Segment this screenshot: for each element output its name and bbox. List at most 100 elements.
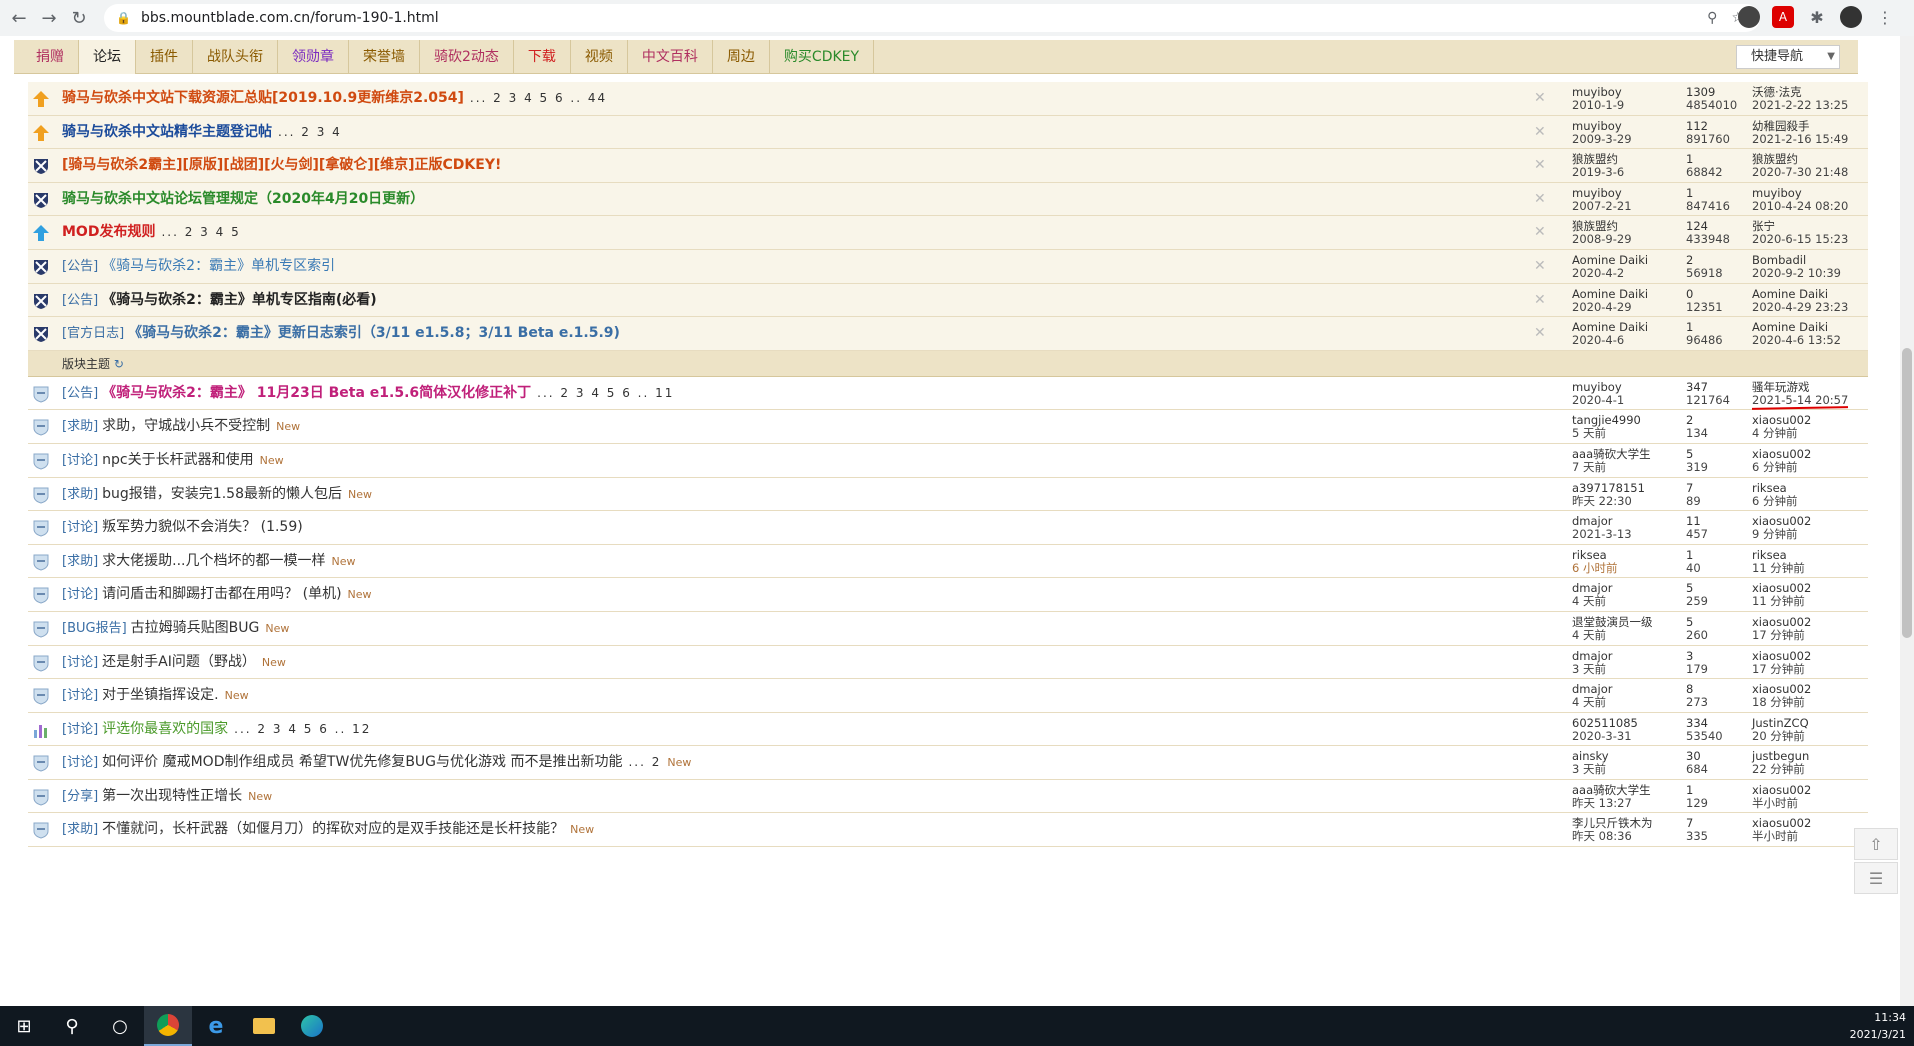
author-name[interactable]: 退堂鼓演员一级 bbox=[1572, 615, 1653, 629]
ie-taskbar-icon[interactable]: e bbox=[192, 1006, 240, 1046]
thread-row[interactable]: [分享] 第一次出现特性正增长 New aaa骑砍大学生 昨天 13:27 1 129 xia… bbox=[28, 779, 1868, 814]
thread-row[interactable]: [求助] 不懂就问，长杆武器（如偃月刀）的挥砍对应的是双手技能还是长杆技能？ New… bbox=[28, 813, 1868, 848]
thread-row[interactable]: [讨论] 评选你最喜欢的国家 ... 2 3 4 5 6 .. 12 60251108… bbox=[28, 712, 1868, 747]
close-icon[interactable]: ✕ bbox=[1534, 157, 1546, 173]
thread-title-link[interactable]: npc关于长杆武器和使用 bbox=[102, 452, 253, 468]
last-poster[interactable]: Aomine Daiki bbox=[1752, 287, 1848, 301]
thread-type-tag[interactable]: [讨论] bbox=[62, 520, 98, 535]
thread-row[interactable]: [讨论] 对于坐镇指挥设定. New dmajor 4 天前 8 273 xiaosu002 1… bbox=[28, 679, 1868, 713]
nav-item[interactable]: 战队头衔 bbox=[193, 39, 278, 74]
sticky-thread-row[interactable]: 骑马与砍杀中文站精华主题登记帖 ... 2 3 4 ✕ muyiboy 2009-3-2… bbox=[28, 115, 1868, 150]
close-icon[interactable]: ✕ bbox=[1534, 224, 1546, 240]
thread-type-tag[interactable]: [讨论] bbox=[62, 655, 98, 670]
nav-item[interactable]: 购买CDKEY bbox=[770, 39, 875, 74]
thread-title-link[interactable]: 《骑马与砍杀2：霸主》 11月23日 Beta e1.5.6简体汉化修正补丁 bbox=[102, 385, 531, 401]
thread-title-link[interactable]: [骑马与砍杀2霸主][原版][战团][火与剑][拿破仑][维京]正版CDKEY! bbox=[62, 157, 501, 173]
last-post-time[interactable]: 2020-6-15 15:23 bbox=[1752, 233, 1848, 246]
thread-row[interactable]: [BUG报告] 古拉姆骑兵贴图BUG New 退堂鼓演员一级 4 天前 5 260 xiaos… bbox=[28, 611, 1868, 646]
last-post-time[interactable]: 22 分钟前 bbox=[1752, 763, 1809, 776]
close-icon[interactable]: ✕ bbox=[1534, 292, 1546, 308]
nav-item[interactable]: 视频 bbox=[571, 39, 628, 74]
edge-taskbar-icon[interactable] bbox=[288, 1006, 336, 1046]
thread-title-link[interactable]: 评选你最喜欢的国家 bbox=[102, 721, 228, 737]
nav-item[interactable]: 周边 bbox=[713, 39, 770, 74]
thread-row[interactable]: [讨论] 如何评价 魔戒MOD制作组成员 希望TW优先修复BUG与优化游戏 而不是… bbox=[28, 746, 1868, 780]
thread-title-link[interactable]: 请问盾击和脚踢打击都在用吗？ (单机) bbox=[102, 586, 341, 602]
menu-kebab-icon[interactable]: ⋮ bbox=[1874, 6, 1896, 28]
windows-start-icon[interactable]: ⊞ bbox=[0, 1006, 48, 1046]
author-name[interactable]: aaa骑砍大学生 bbox=[1572, 783, 1651, 797]
thread-row[interactable]: [讨论] 叛军势力貌似不会消失？ (1.59) dmajor 2021-3-13 11 4… bbox=[28, 511, 1868, 545]
last-poster[interactable]: xiaosu002 bbox=[1752, 447, 1811, 461]
last-post-time[interactable]: 18 分钟前 bbox=[1752, 696, 1811, 709]
thread-title-link[interactable]: MOD发布规则 bbox=[62, 224, 155, 240]
author-name[interactable]: dmajor bbox=[1572, 649, 1613, 663]
thread-type-tag[interactable]: [讨论] bbox=[62, 453, 98, 468]
thread-title-link[interactable]: 《骑马与砍杀2：霸主》更新日志索引（3/11 e1.5.8；3/11 Beta … bbox=[128, 325, 620, 341]
nav-item[interactable]: 捐赠 bbox=[22, 39, 79, 74]
thread-title-link[interactable]: 骑马与砍杀中文站精华主题登记帖 bbox=[62, 124, 272, 140]
thread-title-link[interactable]: 不懂就问，长杆武器（如偃月刀）的挥砍对应的是双手技能还是长杆技能？ bbox=[102, 821, 564, 837]
chrome-taskbar-icon[interactable] bbox=[144, 1006, 192, 1046]
thread-row[interactable]: [讨论] 还是射手AI问题（野战） New dmajor 3 天前 3 179 xiaosu0… bbox=[28, 645, 1868, 680]
thread-type-tag[interactable]: [分享] bbox=[62, 789, 98, 804]
thread-title-link[interactable]: 求助，守城战小兵不受控制 bbox=[102, 418, 270, 434]
list-view-button[interactable]: ☰ bbox=[1854, 862, 1898, 894]
nav-item[interactable]: 领勋章 bbox=[278, 39, 349, 74]
thread-row[interactable]: [公告] 《骑马与砍杀2：霸主》 11月23日 Beta e1.5.6简体汉化修正… bbox=[28, 376, 1868, 411]
last-poster[interactable]: xiaosu002 bbox=[1752, 783, 1811, 797]
thread-type-tag[interactable]: [求助] bbox=[62, 487, 98, 502]
quick-nav-dropdown[interactable]: 快捷导航 ▼ bbox=[1736, 45, 1840, 69]
thread-type-tag[interactable]: [官方日志] bbox=[62, 326, 124, 341]
thread-pagination[interactable]: ... 2 3 4 5 6 .. 44 bbox=[470, 91, 607, 105]
thread-type-tag[interactable]: [讨论] bbox=[62, 755, 98, 770]
thread-title-link[interactable]: 第一次出现特性正增长 bbox=[102, 788, 242, 804]
last-post-time[interactable]: 2020-4-29 23:23 bbox=[1752, 300, 1848, 314]
zoom-icon[interactable]: ⚲ bbox=[1707, 10, 1717, 26]
last-post-time[interactable]: 17 分钟前 bbox=[1752, 628, 1811, 642]
thread-type-tag[interactable]: [求助] bbox=[62, 554, 98, 569]
nav-item[interactable]: 中文百科 bbox=[628, 39, 713, 74]
thread-type-tag[interactable]: [公告] bbox=[62, 293, 98, 308]
last-post-time[interactable]: 2021-2-22 13:25 bbox=[1752, 99, 1848, 112]
thread-type-tag[interactable]: [求助] bbox=[62, 419, 98, 434]
last-poster[interactable]: 骚年玩游戏 bbox=[1752, 380, 1848, 394]
forward-icon[interactable]: → bbox=[34, 0, 64, 36]
thread-row[interactable]: [求助] 求助，守城战小兵不受控制 New tangjie4990 5 天前 2 134 xi… bbox=[28, 410, 1868, 444]
back-to-top-button[interactable]: ⇧ bbox=[1854, 828, 1898, 860]
last-post-time[interactable]: 6 分钟前 bbox=[1752, 494, 1797, 508]
author-name[interactable]: muyiboy bbox=[1572, 186, 1632, 200]
last-post-time[interactable]: 11 分钟前 bbox=[1752, 595, 1811, 608]
last-post-time[interactable]: 4 分钟前 bbox=[1752, 427, 1811, 440]
address-bar[interactable]: 🔒 bbs.mountblade.com.cn/forum-190-1.html… bbox=[104, 4, 1760, 32]
close-icon[interactable]: ✕ bbox=[1534, 191, 1546, 207]
close-icon[interactable]: ✕ bbox=[1534, 325, 1546, 341]
thread-title-link[interactable]: 骑马与砍杀中文站下载资源汇总贴[2019.10.9更新维京2.054] bbox=[62, 90, 464, 106]
scrollbar[interactable] bbox=[1900, 36, 1914, 1006]
file-explorer-icon[interactable] bbox=[240, 1006, 288, 1046]
sticky-thread-row[interactable]: [公告] 《骑马与砍杀2：霸主》单机专区索引 ✕ Aomine Daiki 2020-4… bbox=[28, 249, 1868, 284]
last-post-time[interactable]: 半小时前 bbox=[1752, 830, 1811, 843]
thread-title-link[interactable]: 如何评价 魔戒MOD制作组成员 希望TW优先修复BUG与优化游戏 而不是推出新功… bbox=[102, 754, 622, 770]
last-poster[interactable]: muyiboy bbox=[1752, 186, 1848, 200]
last-poster[interactable]: riksea bbox=[1752, 548, 1805, 562]
nav-item[interactable]: 论坛 bbox=[79, 39, 136, 74]
thread-pagination[interactable]: ... 2 3 4 5 bbox=[161, 225, 240, 239]
last-poster[interactable]: xiaosu002 bbox=[1752, 615, 1811, 629]
thread-row[interactable]: [讨论] 请问盾击和脚踢打击都在用吗？ (单机) New dmajor 4 天前 5 259… bbox=[28, 578, 1868, 612]
last-poster[interactable]: xiaosu002 bbox=[1752, 649, 1811, 663]
thread-type-tag[interactable]: [BUG报告] bbox=[62, 621, 127, 636]
last-post-time[interactable]: 20 分钟前 bbox=[1752, 729, 1809, 743]
thread-type-tag[interactable]: [讨论] bbox=[62, 688, 98, 703]
close-icon[interactable]: ✕ bbox=[1534, 90, 1546, 106]
sticky-thread-row[interactable]: MOD发布规则 ... 2 3 4 5 ✕ 狼族盟约 2008-9-29 124 43394… bbox=[28, 216, 1868, 250]
thread-type-tag[interactable]: [公告] bbox=[62, 259, 98, 274]
extension-circle-icon[interactable] bbox=[1738, 6, 1760, 28]
thread-title-link[interactable]: 《骑马与砍杀2：霸主》单机专区索引 bbox=[102, 258, 335, 274]
nav-item[interactable]: 下载 bbox=[514, 39, 571, 74]
sticky-thread-row[interactable]: [公告] 《骑马与砍杀2：霸主》单机专区指南(必看) ✕ Aomine Daiki 20… bbox=[28, 283, 1868, 318]
thread-title-link[interactable]: 叛军势力貌似不会消失？ (1.59) bbox=[102, 519, 303, 535]
thread-title-link[interactable]: bug报错，安装完1.58最新的懒人包后 bbox=[102, 486, 342, 502]
sticky-thread-row[interactable]: [骑马与砍杀2霸主][原版][战团][火与剑][拿破仑][维京]正版CDKEY!… bbox=[28, 149, 1868, 183]
puzzle-extensions-icon[interactable]: ✱ bbox=[1806, 6, 1828, 28]
